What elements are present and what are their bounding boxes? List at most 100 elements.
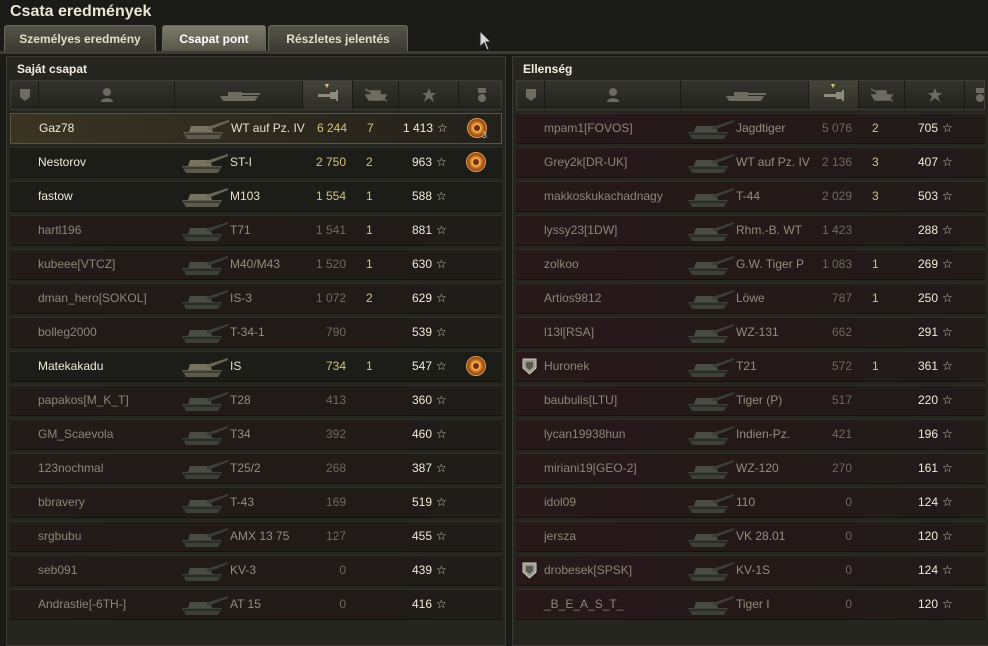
platoon-column-header[interactable] xyxy=(11,81,39,109)
player-row[interactable]: fastow M103 1 554 1 588 ☆ xyxy=(10,181,502,212)
frags-value xyxy=(872,522,892,551)
experience-value: 269 xyxy=(917,257,938,271)
player-row[interactable]: dman_hero[SOKOL] IS-3 1 072 2 629 ☆ xyxy=(10,283,502,314)
player-row[interactable]: makkoskukachadnagy T-44 2 029 3 503 ☆ xyxy=(516,181,985,212)
player-row[interactable]: kubeee[VTCZ] M40/M43 1 520 1 630 ☆ xyxy=(10,249,502,280)
player-row[interactable]: seb091 KV-3 0 439 ☆ xyxy=(10,555,502,586)
star-icon: ☆ xyxy=(942,155,953,169)
experience-column-header[interactable] xyxy=(399,81,459,109)
player-row[interactable]: 123nochmal T25/2 268 387 ☆ xyxy=(10,453,502,484)
vehicle-name: WT auf Pz. IV xyxy=(736,155,810,169)
player-row[interactable]: Gaz78 WT auf Pz. IV 6 244 7 1 413 ☆ 3 xyxy=(10,113,502,144)
experience-value: 539 xyxy=(411,325,432,339)
player-row[interactable]: papakos[M_K_T] T28 413 360 ☆ xyxy=(10,385,502,416)
player-name: Nestorov xyxy=(38,155,87,169)
player-row[interactable]: Artios9812 Löwe 787 1 250 ☆ xyxy=(516,283,985,314)
frags-value xyxy=(872,386,892,415)
player-row[interactable]: Andrastie[-6TH-] AT 15 0 416 ☆ xyxy=(10,589,502,620)
player-row[interactable]: miriani19[GEO-2] WZ-120 270 161 ☆ xyxy=(516,453,985,484)
vehicle-column-header[interactable] xyxy=(681,81,809,109)
player-name: papakos[M_K_T] xyxy=(38,393,129,407)
vehicle-name: M103 xyxy=(230,189,261,203)
damage-value: 421 xyxy=(831,427,852,441)
frags-value: 3 xyxy=(872,189,879,203)
player-row[interactable]: mpam1[FOVOS] Jagdtiger 5 076 2 705 ☆ xyxy=(516,113,985,144)
vehicle-name: 110 xyxy=(736,495,756,509)
star-icon: ☆ xyxy=(436,325,447,339)
player-row[interactable]: bolleg2000 T-34-1 790 539 ☆ xyxy=(10,317,502,348)
frags-value xyxy=(366,556,386,585)
vehicle-name: Tiger (P) xyxy=(736,393,783,407)
vehicle-name: AMX 13 75 xyxy=(230,529,290,543)
player-column-header[interactable] xyxy=(39,81,175,109)
enemy-team-title: Ellenség xyxy=(523,62,573,76)
damage-icon xyxy=(823,90,844,101)
player-name: bolleg2000 xyxy=(38,325,97,339)
experience-column-header[interactable] xyxy=(905,81,965,109)
player-name: hartl196 xyxy=(38,223,82,237)
destroyed-tank-icon xyxy=(870,88,893,102)
player-row[interactable]: bbravery T-43 169 519 ☆ xyxy=(10,487,502,518)
tab-personal-results[interactable]: Személyes eredmény xyxy=(4,25,156,51)
damage-value: 0 xyxy=(339,597,346,611)
player-row[interactable]: Huronek T21 572 1 361 ☆ xyxy=(516,351,985,382)
tab-team-score[interactable]: Csapat pont xyxy=(162,25,266,51)
player-row[interactable]: GM_Scaevola T34 392 460 ☆ xyxy=(10,419,502,450)
tab-detailed-report[interactable]: Részletes jelentés xyxy=(268,25,408,51)
damage-value: 2 029 xyxy=(821,189,852,203)
player-row[interactable]: zolkoo G.W. Tiger P 1 083 1 269 ☆ xyxy=(516,249,985,280)
frags-value xyxy=(872,590,892,619)
frags-column-header[interactable] xyxy=(353,81,399,109)
player-row[interactable]: drobesek[SPSK] KV-1S 0 124 ☆ xyxy=(516,555,985,586)
vehicle-name: ST-I xyxy=(230,155,253,169)
tank-icon xyxy=(684,286,736,317)
vehicle-name: WZ-120 xyxy=(736,461,779,475)
experience-value: 460 xyxy=(411,427,432,441)
player-row[interactable]: l13l[RSA] WZ-131 662 291 ☆ xyxy=(516,317,985,348)
player-row[interactable]: _B_E_A_S_T_ Tiger I 0 120 ☆ xyxy=(516,589,985,620)
tank-icon xyxy=(178,286,230,317)
experience-value: 161 xyxy=(917,461,938,475)
frags-column-header[interactable] xyxy=(859,81,905,109)
player-row[interactable]: Nestorov ST-I 2 750 2 963 ☆ xyxy=(10,147,502,178)
star-icon: ☆ xyxy=(436,529,447,543)
player-row[interactable]: Grey2k[DR-UK] WT auf Pz. IV 2 136 3 407 ☆ xyxy=(516,147,985,178)
experience-value: 291 xyxy=(917,325,938,339)
damage-value: 392 xyxy=(325,427,346,441)
tab-divider xyxy=(0,51,988,54)
player-name: Grey2k[DR-UK] xyxy=(544,155,628,169)
damage-value: 1 083 xyxy=(821,257,852,271)
damage-value: 517 xyxy=(831,393,852,407)
medals-column-header[interactable] xyxy=(459,81,505,109)
platoon-column-header[interactable] xyxy=(517,81,545,109)
tank-icon xyxy=(684,524,736,555)
player-row[interactable]: lycan19938hun Indien-Pz. 421 196 ☆ xyxy=(516,419,985,450)
frags-value xyxy=(872,488,892,517)
player-row[interactable]: idol09 110 0 124 ☆ xyxy=(516,487,985,518)
player-row[interactable]: jersza VK 28.01 0 120 ☆ xyxy=(516,521,985,552)
player-name: jersza xyxy=(544,529,577,543)
player-row[interactable]: srgbubu AMX 13 75 127 455 ☆ xyxy=(10,521,502,552)
star-icon: ☆ xyxy=(436,427,447,441)
frags-value: 7 xyxy=(367,121,374,135)
frags-value: 1 xyxy=(366,257,373,271)
damage-column-header[interactable]: ▼ xyxy=(303,81,353,109)
star-icon xyxy=(421,88,436,102)
tank-icon xyxy=(684,490,736,521)
player-row[interactable]: Matekakadu IS 734 1 547 ☆ xyxy=(10,351,502,382)
medal-icon[interactable] xyxy=(466,356,486,376)
damage-value: 2 136 xyxy=(821,155,852,169)
player-row[interactable]: hartl196 T71 1 541 1 881 ☆ xyxy=(10,215,502,246)
vehicle-column-header[interactable] xyxy=(175,81,303,109)
frags-value: 3 xyxy=(872,155,879,169)
player-row[interactable]: baubulis[LTU] Tiger (P) 517 220 ☆ xyxy=(516,385,985,416)
damage-column-header[interactable]: ▼ xyxy=(809,81,859,109)
frags-value xyxy=(366,420,386,449)
player-column-header[interactable] xyxy=(545,81,681,109)
medals-column-header[interactable] xyxy=(965,81,988,109)
own-team-column-header: ▼ xyxy=(10,80,502,110)
vehicle-name: WZ-131 xyxy=(736,325,779,339)
vehicle-name: T-44 xyxy=(736,189,761,203)
player-row[interactable]: lyssy23[1DW] Rhm.-B. WT 1 423 288 ☆ xyxy=(516,215,985,246)
medal-icon[interactable] xyxy=(466,152,486,172)
